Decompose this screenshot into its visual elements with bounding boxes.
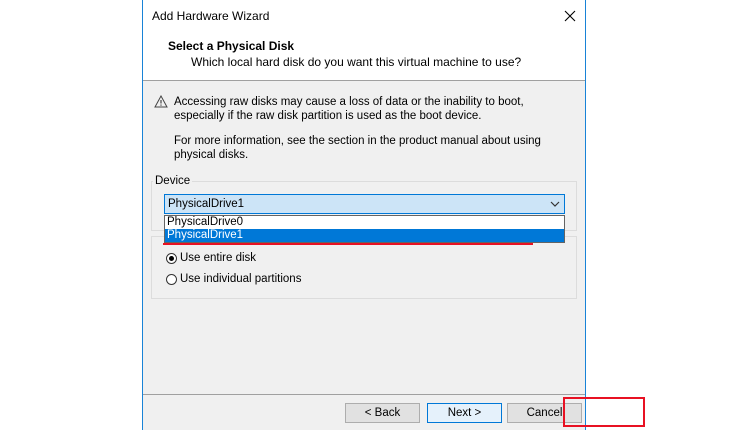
red-annotation-underline <box>163 243 533 245</box>
device-label: Device <box>153 175 193 187</box>
radio-label-entire-disk: Use entire disk <box>180 252 257 264</box>
device-selected-value: PhysicalDrive1 <box>168 198 245 210</box>
close-button[interactable] <box>555 0 585 32</box>
page-title: Select a Physical Disk <box>168 39 295 53</box>
usage-group-box <box>151 236 577 299</box>
close-icon <box>564 10 576 22</box>
cancel-button[interactable]: Cancel <box>507 403 582 423</box>
radio-use-individual-partitions[interactable]: Use individual partitions <box>166 271 301 287</box>
warning-message: Accessing raw disks may cause a loss of … <box>174 96 524 122</box>
add-hardware-wizard-dialog: Add Hardware Wizard Select a Physical Di… <box>142 0 645 430</box>
back-button[interactable]: < Back <box>345 403 420 423</box>
dropdown-option-physicaldrive1[interactable]: PhysicalDrive1 <box>165 229 564 242</box>
device-combobox[interactable]: PhysicalDrive1 <box>164 194 565 214</box>
dropdown-option-physicaldrive0[interactable]: PhysicalDrive0 <box>165 216 564 229</box>
device-dropdown-list: PhysicalDrive0 PhysicalDrive1 <box>164 215 565 243</box>
window-title: Add Hardware Wizard <box>152 9 270 23</box>
warning-icon <box>154 95 168 108</box>
info-message: For more information, see the section in… <box>174 135 541 161</box>
radio-label-individual-partitions: Use individual partitions <box>180 273 302 285</box>
radio-button-unchecked[interactable] <box>166 273 177 285</box>
radio-use-entire-disk[interactable]: Use entire disk <box>166 250 256 266</box>
chevron-down-icon[interactable] <box>550 200 560 208</box>
title-bar: Add Hardware Wizard <box>143 0 585 32</box>
radio-button-checked[interactable] <box>166 252 177 264</box>
wizard-header: Select a Physical Disk Which local hard … <box>143 32 585 81</box>
page-subtitle: Which local hard disk do you want this v… <box>191 55 522 69</box>
next-button[interactable]: Next > <box>427 403 502 423</box>
footer-separator <box>143 394 585 395</box>
